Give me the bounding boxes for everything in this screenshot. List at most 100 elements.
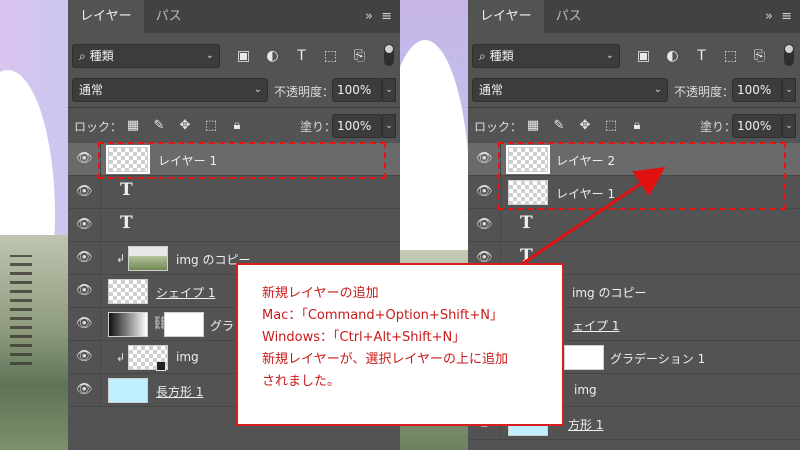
layer-row[interactable]: 👁︎ T (68, 209, 400, 242)
lock-all-icon[interactable]: 🔒︎ (228, 116, 246, 134)
filter-row: ⌕ 種類 ⌄ ▣ ◐ T ⬚ ⎘ (468, 40, 800, 70)
chevron-down-icon: ⌄ (253, 84, 262, 95)
lock-transparency-icon[interactable]: ▦ (124, 116, 142, 134)
eye-icon[interactable]: 👁︎ (476, 217, 494, 233)
type-layer-icon: T (120, 180, 133, 200)
lock-icons: ▦ ✎ ✥ ⬚ 🔒︎ (124, 116, 246, 134)
mask-thumbnail (564, 345, 604, 370)
lock-label: ロック： (474, 120, 523, 134)
fill-dropdown[interactable]: ⌄ (782, 114, 796, 138)
lock-all-icon[interactable]: 🔒︎ (628, 116, 646, 134)
eye-icon[interactable]: 👁︎ (76, 250, 94, 266)
filter-kind-select[interactable]: ⌕ 種類 ⌄ (472, 44, 620, 68)
layer-name: img のコピー (572, 286, 647, 300)
mask-thumbnail (164, 312, 204, 337)
filter-kind-label: 種類 (89, 49, 114, 63)
lock-artboard-icon[interactable]: ⬚ (602, 116, 620, 134)
panel-tabs: レイヤー パス » ≡ (68, 0, 400, 33)
opacity-label: 不透明度： (674, 85, 735, 99)
layer-name: レイヤー 2 (556, 154, 616, 168)
filter-toggle[interactable] (384, 44, 394, 66)
eye-icon[interactable]: 👁︎ (76, 382, 94, 398)
layer-name: 長方形 1 (156, 385, 204, 399)
shape-filter-icon[interactable]: ⬚ (321, 46, 340, 65)
filter-kind-select[interactable]: ⌕ 種類 ⌄ (72, 44, 220, 68)
fill-label: 塗り： (300, 120, 337, 134)
tab-layers[interactable]: レイヤー (468, 0, 544, 33)
layer-thumbnail (108, 312, 148, 337)
tab-paths[interactable]: パス (544, 0, 594, 33)
type-filter-icon[interactable]: T (292, 46, 311, 65)
layer-row[interactable]: 👁︎ レイヤー 2 (468, 143, 800, 176)
layer-name: レイヤー 1 (556, 187, 616, 201)
image-filter-icon[interactable]: ▣ (634, 46, 653, 65)
lock-position-icon[interactable]: ✥ (176, 116, 194, 134)
filter-row: ⌕ 種類 ⌄ ▣ ◐ T ⬚ ⎘ (68, 40, 400, 70)
layer-row[interactable]: 👁︎ レイヤー 1 (468, 176, 800, 209)
lock-icons: ▦ ✎ ✥ ⬚ 🔒︎ (524, 116, 646, 134)
eye-icon[interactable]: 👁︎ (76, 316, 94, 332)
shape-filter-icon[interactable]: ⬚ (721, 46, 740, 65)
eye-icon[interactable]: 👁︎ (76, 184, 94, 200)
clipping-mask-icon: ↲ (116, 252, 126, 265)
lock-brush-icon[interactable]: ✎ (150, 116, 168, 134)
smart-object-icon (156, 361, 166, 371)
shortcut-callout: 新規レイヤーの追加 Mac：「Command+Option+Shift+N」 W… (236, 263, 564, 426)
lock-label: ロック： (74, 120, 123, 134)
smart-object-filter-icon[interactable]: ⎘ (350, 46, 369, 65)
lock-artboard-icon[interactable]: ⬚ (202, 116, 220, 134)
adjustment-filter-icon[interactable]: ◐ (663, 46, 682, 65)
chevron-down-icon: ⌄ (605, 50, 614, 61)
fill-input[interactable]: 100% (732, 114, 782, 138)
opacity-input[interactable]: 100% (732, 78, 782, 102)
blend-row: 通常 ⌄ 不透明度： 100% ⌄ (468, 76, 800, 104)
layer-name: グラデーション 1 (610, 352, 706, 366)
callout-note-cont: されました。 (262, 374, 341, 389)
eye-icon[interactable]: 👁︎ (76, 151, 94, 167)
layer-thumbnail (108, 378, 148, 403)
adjustment-filter-icon[interactable]: ◐ (263, 46, 282, 65)
tab-layers[interactable]: レイヤー (68, 0, 144, 33)
blend-mode-select[interactable]: 通常 ⌄ (72, 78, 268, 102)
type-filter-icon[interactable]: T (692, 46, 711, 65)
fill-dropdown[interactable]: ⌄ (382, 114, 396, 138)
callout-title: 新規レイヤーの追加 (262, 286, 379, 301)
blend-mode-value: 通常 (479, 83, 504, 97)
type-layer-icon: T (120, 213, 133, 233)
fill-input[interactable]: 100% (332, 114, 382, 138)
eye-icon[interactable]: 👁︎ (476, 151, 494, 167)
layer-row[interactable]: 👁︎ T (468, 209, 800, 242)
lock-row: ロック： ▦ ✎ ✥ ⬚ 🔒︎ 塗り： 100% ⌄ (468, 112, 800, 140)
type-layer-icon: T (520, 213, 533, 233)
callout-mac-shortcut: Mac：「Command+Option+Shift+N」 (262, 308, 503, 323)
layer-row[interactable]: 👁︎ レイヤー 1 (68, 143, 400, 176)
layer-name: シェイプ 1 (156, 286, 216, 300)
search-icon: ⌕ (479, 49, 486, 63)
lock-brush-icon[interactable]: ✎ (550, 116, 568, 134)
canvas-preview-left (0, 0, 68, 450)
eye-icon[interactable]: 👁︎ (76, 349, 94, 365)
panel-menu-icon[interactable]: » ≡ (765, 9, 794, 24)
lock-transparency-icon[interactable]: ▦ (524, 116, 542, 134)
eye-icon[interactable]: 👁︎ (76, 217, 94, 233)
eye-icon[interactable]: 👁︎ (76, 283, 94, 299)
blend-mode-select[interactable]: 通常 ⌄ (472, 78, 668, 102)
filter-toggle[interactable] (784, 44, 794, 66)
layer-row[interactable]: 👁︎ T (68, 176, 400, 209)
eye-icon[interactable]: 👁︎ (476, 184, 494, 200)
opacity-dropdown[interactable]: ⌄ (382, 78, 396, 102)
panel-menu-icon[interactable]: » ≡ (365, 9, 394, 24)
chevron-down-icon: ⌄ (205, 50, 214, 61)
chevron-down-icon: ⌄ (653, 84, 662, 95)
image-filter-icon[interactable]: ▣ (234, 46, 253, 65)
tab-paths[interactable]: パス (144, 0, 194, 33)
smart-object-filter-icon[interactable]: ⎘ (750, 46, 769, 65)
lock-position-icon[interactable]: ✥ (576, 116, 594, 134)
callout-note: 新規レイヤーが、選択レイヤーの上に追加 (262, 352, 508, 367)
opacity-dropdown[interactable]: ⌄ (782, 78, 796, 102)
opacity-input[interactable]: 100% (332, 78, 382, 102)
divider (468, 107, 800, 108)
search-icon: ⌕ (79, 49, 86, 63)
layer-name: ェイプ 1 (572, 319, 620, 333)
callout-windows-shortcut: Windows：「Ctrl+Alt+Shift+N」 (262, 330, 466, 345)
